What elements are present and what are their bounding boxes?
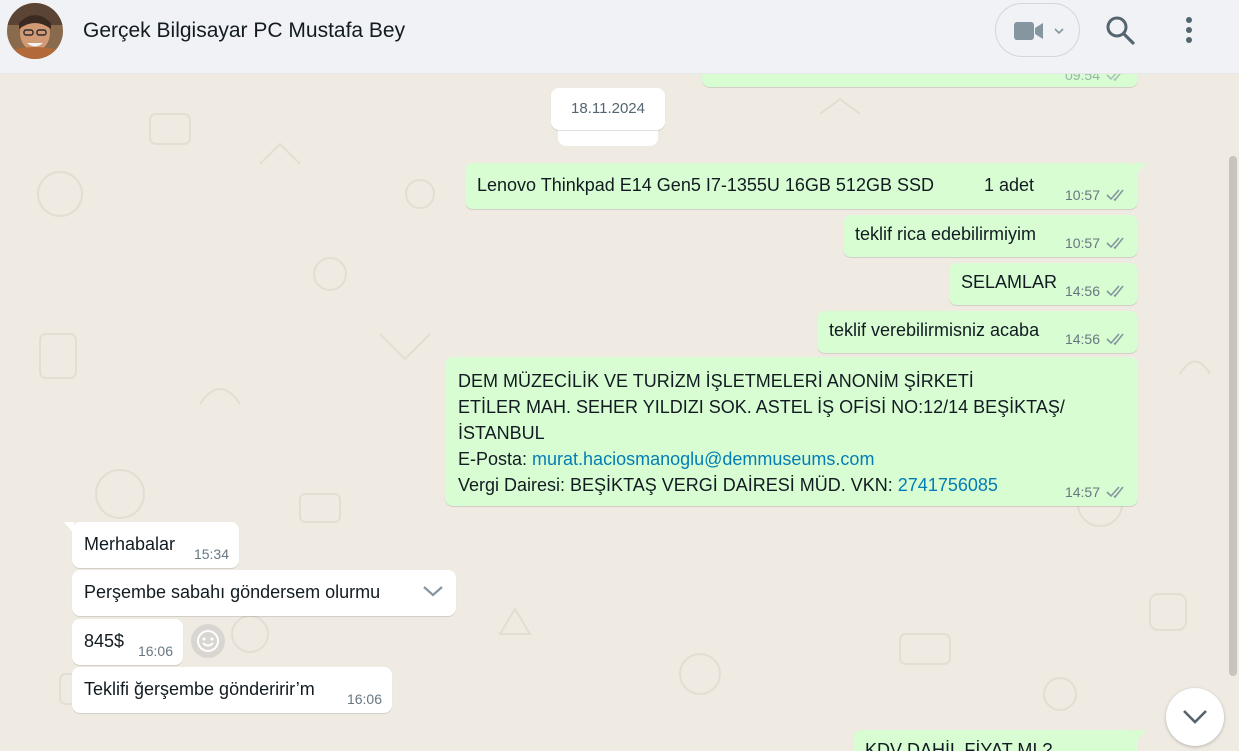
message-text: Teklifi ğerşembe gönderirir’m [84,679,315,699]
message-time: 15:34 [193,546,229,562]
video-call-button[interactable] [995,3,1080,57]
scroll-to-bottom-button[interactable] [1166,688,1224,746]
outgoing-message-company-info[interactable]: DEM MÜZECİLİK VE TURİZM İŞLETMELERİ ANON… [445,357,1138,506]
outgoing-message-partial[interactable]: KDV DAHİL FİYAT MI ? [853,730,1146,751]
kebab-menu-icon[interactable] [1176,14,1202,46]
message-time: 09:54 [1064,74,1100,83]
double-check-icon [1106,285,1124,298]
tax-number-link[interactable]: 2741756085 [898,475,998,495]
tax-label: Vergi Dairesi: BEŞİKTAŞ VERGİ DAİRESİ MÜ… [458,475,898,495]
message-text: Merhabalar [84,534,176,554]
contact-name[interactable]: Gerçek Bilgisayar PC Mustafa Bey [83,19,405,43]
email-line: E-Posta: murat.haciosmanoglu@demmuseums.… [458,446,1065,472]
incoming-message[interactable]: 845$ 16:06 [72,619,183,665]
message-text: 845$ [84,631,125,651]
message-menu-chevron-icon[interactable] [422,584,444,598]
chat-header: Gerçek Bilgisayar PC Mustafa Bey [0,0,1239,74]
outgoing-message[interactable]: teklif rica edebilirmiyim 10:57 [843,215,1138,257]
address-city-line: İSTANBUL [458,423,545,443]
outgoing-message[interactable]: teklif verebilirmisniz acaba 14:56 [817,311,1138,353]
message-text: Perşembe sabahı göndersem olurmu [84,582,381,602]
tax-line: Vergi Dairesi: BEŞİKTAŞ VERGİ DAİRESİ MÜ… [458,472,1065,498]
outgoing-message[interactable]: SELAMLAR 14:56 [949,263,1138,305]
message-time: 16:06 [346,691,382,707]
react-emoji-button[interactable] [191,624,225,658]
email-link[interactable]: murat.haciosmanoglu@demmuseums.com [532,449,874,469]
message-time: 10:57 [1064,187,1100,203]
double-check-icon [1106,74,1121,82]
message-text: KDV DAHİL FİYAT MI ? [865,740,1053,751]
message-text: SELAMLAR [961,272,1058,292]
message-bubble-partial[interactable]: 09:54 [702,74,1138,87]
message-time: 14:56 [1064,283,1100,299]
double-check-icon [1106,189,1124,202]
email-label: E-Posta: [458,449,533,469]
outgoing-message[interactable]: Lenovo Thinkpad E14 Gen5 I7-1355U 16GB 5… [465,163,1146,209]
date-chip: 18.11.2024 [551,88,665,130]
message-time: 14:57 [1064,484,1100,500]
chevron-down-icon [1183,710,1207,724]
scrollbar[interactable] [1227,74,1239,751]
avatar[interactable] [7,3,63,59]
message-text: Lenovo Thinkpad E14 Gen5 I7-1355U 16GB 5… [477,175,1035,195]
address-line: ETİLER MAH. SEHER YILDIZI SOK. ASTEL İŞ … [458,397,1065,417]
message-time: 14:56 [1064,331,1100,347]
message-text: teklif verebilirmisniz acaba [829,320,1040,340]
video-camera-icon [1014,22,1043,40]
message-text: DEM MÜZECİLİK VE TURİZM İŞLETMELERİ ANON… [458,368,1065,498]
incoming-message[interactable]: Teklifi ğerşembe gönderirir’m 16:06 [72,667,392,713]
smiley-icon [197,630,219,652]
message-time: 16:06 [137,643,173,659]
chevron-down-icon [1054,28,1064,35]
company-name-line: DEM MÜZECİLİK VE TURİZM İŞLETMELERİ ANON… [458,371,974,391]
message-list[interactable]: 09:54 18.11.2024 Lenovo Thinkpad E14 Gen… [0,74,1239,751]
search-icon[interactable] [1104,14,1136,46]
double-check-icon [1106,486,1124,499]
double-check-icon [1106,237,1124,250]
double-check-icon [1106,333,1124,346]
message-text: teklif rica edebilirmiyim [855,224,1037,244]
incoming-message[interactable]: Perşembe sabahı göndersem olurmu [72,570,456,616]
incoming-message[interactable]: Merhabalar 15:34 [64,522,239,568]
scrollbar-thumb[interactable] [1229,156,1237,676]
message-time: 10:57 [1064,235,1100,251]
